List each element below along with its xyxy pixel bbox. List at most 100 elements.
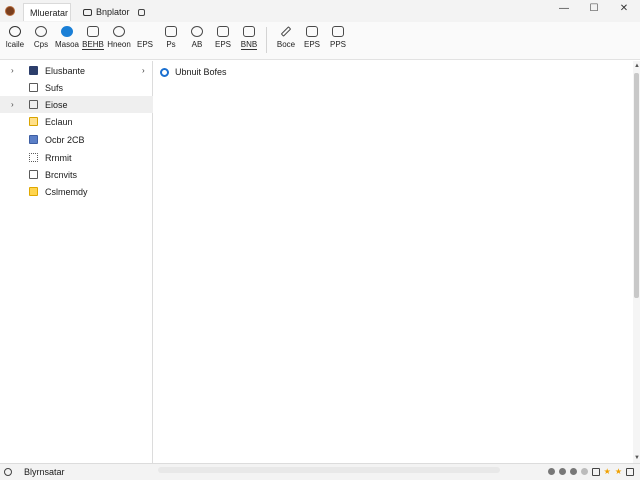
list-icon	[29, 83, 38, 92]
toolbar-label-0: lcaile	[5, 40, 25, 49]
scroll-up-icon[interactable]: ▲	[634, 63, 640, 69]
toolbar-label-12: PPS	[329, 40, 346, 49]
status-right-icons: ★ ★	[547, 467, 634, 476]
square-icon	[243, 26, 255, 37]
toolbar-button-2[interactable]: Masoa	[54, 22, 80, 58]
yellow-folder-icon	[29, 117, 38, 126]
toolbar-button-11[interactable]: EPS	[299, 22, 325, 58]
toolbar-label-7: AB	[191, 40, 203, 49]
vertical-scrollbar[interactable]: ▲ ▼	[633, 61, 640, 463]
toolbar-button-5[interactable]: EPS	[132, 22, 158, 58]
main-header: Ubnuit Bofes	[160, 67, 227, 77]
sidebar-item-5[interactable]: Rrnmit	[0, 149, 153, 166]
main-content: Ubnuit Bofes	[154, 61, 633, 463]
toolbar-label-11: EPS	[303, 40, 320, 49]
status-text: Blyrnsatar	[24, 467, 65, 477]
star-icon[interactable]: ★	[615, 467, 622, 476]
dark-square-icon	[29, 66, 38, 75]
status-dot-icon[interactable]	[558, 468, 566, 475]
window-controls: — ☐ ✕	[558, 3, 630, 14]
back-arrow-icon	[9, 26, 21, 37]
sidebar-item-1[interactable]: Sufs	[0, 79, 153, 96]
status-square-icon[interactable]	[591, 467, 600, 476]
toolbar-button-9[interactable]: BNB	[236, 22, 262, 58]
picture-icon	[306, 26, 318, 37]
title-bar: Mlueratar Bnplator — ☐ ✕	[0, 0, 640, 22]
sidebar-item-label: Ocbr 2CB	[45, 134, 85, 145]
pencil-icon	[280, 26, 292, 37]
toolbar-label-6: Ps	[166, 40, 176, 49]
sidebar-item-label: Rrnmit	[45, 152, 72, 163]
sidebar-item-3[interactable]: Eclaun	[0, 113, 153, 130]
grid-status-icon[interactable]	[626, 467, 634, 476]
maximize-button[interactable]: ☐	[588, 3, 600, 14]
grid-icon	[29, 153, 38, 162]
horizontal-scrollbar[interactable]	[158, 467, 500, 473]
folder-icon	[29, 187, 38, 196]
toolbar-label-2: Masoa	[54, 40, 79, 49]
toolbar-label-10: Boce	[276, 40, 296, 49]
play-circle-icon	[61, 26, 73, 37]
toolbar-button-1[interactable]: Cps	[28, 22, 54, 58]
sidebar-item-2[interactable]: › Eiose	[0, 96, 153, 113]
toolbar-button-10[interactable]: Boce	[273, 22, 299, 58]
minimize-button[interactable]: —	[558, 3, 570, 14]
sidebar: › Elusbante › Sufs › Eiose Eclaun Ocbr 2…	[0, 61, 153, 463]
blank-icon	[29, 170, 38, 179]
toolbar-label-9: BNB	[240, 40, 258, 50]
tab-icon	[83, 8, 92, 16]
tab-other[interactable]: Bnplator	[77, 3, 151, 21]
expand-chevron-icon[interactable]: ›	[11, 66, 14, 75]
status-icon	[4, 468, 12, 476]
sidebar-item-6[interactable]: Brcnvits	[0, 166, 153, 183]
tab-active[interactable]: Mlueratar	[23, 3, 71, 21]
toolbar-button-7[interactable]: AB	[184, 22, 210, 58]
toolbar-label-4: Hneon	[107, 40, 131, 49]
list-icon	[29, 100, 38, 109]
toolbar-label-5: EPS	[136, 40, 153, 49]
status-dot-icon[interactable]	[569, 468, 577, 475]
cloud-icon	[35, 26, 47, 37]
sidebar-item-0[interactable]: › Elusbante ›	[0, 62, 153, 79]
toolbar-label-8: EPS	[214, 40, 231, 49]
image-icon	[165, 26, 177, 37]
blue-square-icon	[29, 135, 38, 144]
sidebar-item-label: Brcnvits	[45, 169, 78, 180]
toolbar-button-3[interactable]: BEHB	[80, 22, 106, 58]
tag-icon	[191, 26, 203, 37]
sidebar-item-label: Sufs	[45, 82, 64, 93]
sidebar-item-label: Eclaun	[45, 116, 73, 127]
toolbar-button-0[interactable]: lcaile	[2, 22, 28, 58]
toolbar-separator	[266, 27, 267, 53]
blank-icon	[139, 26, 151, 37]
expand-chevron-icon[interactable]: ›	[11, 100, 14, 109]
grid-image-icon	[332, 26, 344, 37]
toolbar: lcaile Cps Masoa BEHB Hneon EPS Ps AB EP…	[0, 22, 640, 60]
main-header-label: Ubnuit Bofes	[175, 67, 227, 77]
scroll-down-icon[interactable]: ▼	[634, 455, 640, 461]
app-icon	[5, 6, 15, 16]
document-icon	[217, 26, 229, 37]
sidebar-item-label: Eiose	[45, 99, 68, 110]
status-dot-icon[interactable]	[547, 468, 555, 475]
sidebar-item-label: Elusbante	[45, 65, 86, 76]
toolbar-label-1: Cps	[33, 40, 49, 49]
status-dot-icon[interactable]	[580, 468, 588, 475]
chevron-right-icon: ›	[142, 66, 145, 75]
tab-other-label: Bnplator	[96, 7, 130, 17]
toolbar-button-12[interactable]: PPS	[325, 22, 351, 58]
sidebar-item-4[interactable]: Ocbr 2CB	[0, 131, 153, 148]
scrollbar-thumb[interactable]	[634, 73, 639, 298]
tab-active-label: Mlueratar	[30, 7, 69, 18]
info-circle-icon	[160, 67, 169, 77]
toolbar-button-8[interactable]: EPS	[210, 22, 236, 58]
toolbar-label-3: BEHB	[82, 40, 104, 50]
tab-close-icon[interactable]	[137, 8, 145, 16]
puzzle-icon	[113, 26, 125, 37]
toolbar-button-6[interactable]: Ps	[158, 22, 184, 58]
sidebar-item-label: Cslmemdy	[45, 186, 88, 197]
sidebar-item-7[interactable]: Cslmemdy	[0, 183, 153, 200]
toolbar-button-4[interactable]: Hneon	[106, 22, 132, 58]
close-button[interactable]: ✕	[618, 3, 630, 14]
star-icon[interactable]: ★	[604, 467, 611, 476]
